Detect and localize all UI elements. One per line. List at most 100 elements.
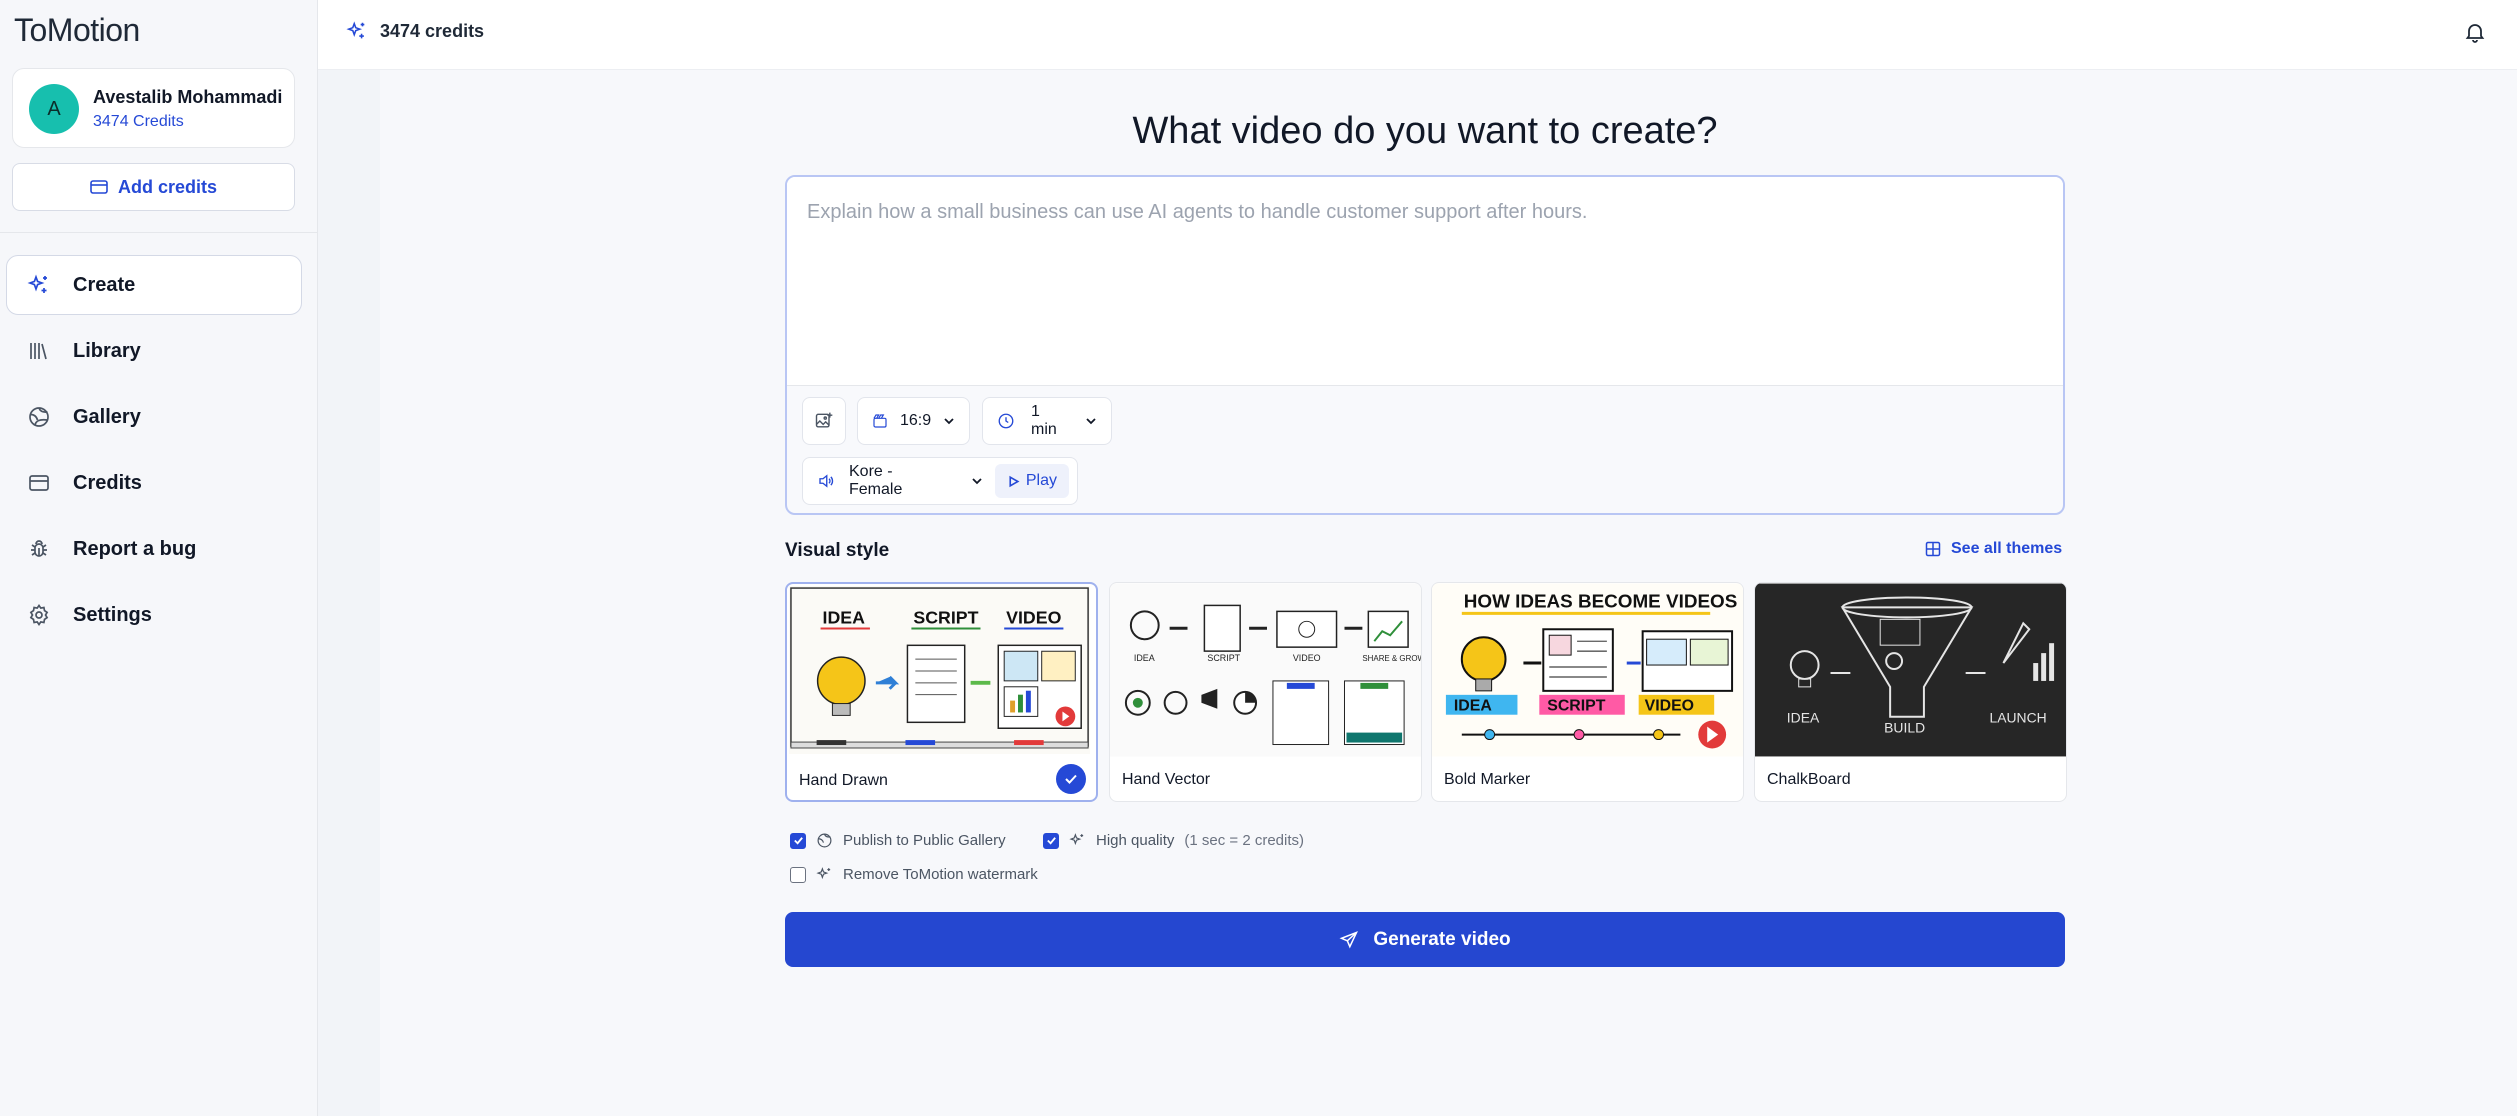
- theme-name: Bold Marker: [1444, 771, 1531, 788]
- grid-icon: [1925, 541, 1941, 557]
- bm-label-script: SCRIPT: [1547, 698, 1606, 715]
- bm-title: HOW IDEAS BECOME VIDEOS: [1464, 590, 1738, 611]
- topbar: 3474 credits: [318, 0, 2517, 70]
- hv-label-share: SHARE & GROW: [1362, 654, 1421, 663]
- play-icon: [1009, 475, 1020, 487]
- clock-icon: [998, 413, 1014, 429]
- sidebar-item-settings[interactable]: Settings: [6, 585, 302, 645]
- play-voice-button[interactable]: Play: [994, 464, 1069, 498]
- high-quality-option[interactable]: High quality (1 sec = 2 credits): [1043, 832, 1304, 849]
- user-credits: 3474 Credits: [93, 113, 184, 130]
- hand-drawn-thumbnail: IDEA SCRIPT VIDEO: [788, 586, 1091, 754]
- credit-card-icon: [29, 475, 49, 491]
- chalkboard-thumbnail: IDEA BUILD LAUNCH: [1755, 583, 2066, 757]
- gear-icon: [29, 604, 49, 626]
- bold-marker-thumbnail: HOW IDEAS BECOME VIDEOS IDEA SCRIPT VIDE…: [1432, 583, 1743, 757]
- sidebar-item-credits[interactable]: Credits: [6, 453, 302, 513]
- generate-video-label: Generate video: [1373, 928, 1511, 950]
- theme-name: Hand Drawn: [799, 772, 888, 789]
- check-icon: [793, 837, 803, 845]
- avatar: A: [29, 84, 79, 134]
- prompt-input[interactable]: [787, 177, 2063, 386]
- publish-gallery-checkbox[interactable]: [790, 832, 806, 849]
- upload-image-button[interactable]: [802, 397, 846, 445]
- sidebar-item-library[interactable]: Library: [6, 321, 302, 381]
- theme-name: ChalkBoard: [1767, 771, 1851, 788]
- sidebar-item-gallery[interactable]: Gallery: [6, 387, 302, 447]
- sidebar-item-label: Report a bug: [73, 537, 197, 560]
- chevron-down-icon: [972, 478, 982, 485]
- visual-style-label: Visual style: [785, 540, 890, 561]
- sidebar-item-label: Credits: [73, 471, 142, 494]
- selected-check-badge: [1056, 764, 1086, 794]
- sidebar-item-label: Settings: [73, 603, 152, 626]
- theme-card-chalkboard[interactable]: IDEA BUILD LAUNCH ChalkBoard: [1754, 582, 2067, 802]
- sidebar-item-label: Gallery: [73, 405, 141, 428]
- sidebar-divider: [0, 232, 318, 233]
- sidebar: ToMotion A Avestalib Mohammadi 3474 Cred…: [0, 0, 318, 1116]
- see-all-themes-link[interactable]: See all themes: [1925, 540, 2062, 558]
- add-credits-button[interactable]: Add credits: [12, 163, 295, 211]
- theme-card-hand-vector[interactable]: IDEA SCRIPT VIDEO SHARE & GROW Hand Vect…: [1109, 582, 1422, 802]
- theme-card-bold-marker[interactable]: HOW IDEAS BECOME VIDEOS IDEA SCRIPT VIDE…: [1431, 582, 1744, 802]
- remove-watermark-checkbox[interactable]: [790, 866, 806, 883]
- hd-label-idea: IDEA: [823, 608, 866, 628]
- high-quality-label: High quality: [1096, 832, 1175, 849]
- publish-gallery-option[interactable]: Publish to Public Gallery: [790, 832, 1006, 849]
- speaker-icon: [819, 474, 834, 488]
- sparkle-icon: [346, 21, 365, 39]
- library-icon: [30, 343, 47, 360]
- see-all-themes-label: See all themes: [1951, 540, 2063, 557]
- user-card[interactable]: A Avestalib Mohammadi 3474 Credits: [12, 68, 295, 148]
- hv-label-idea: IDEA: [1134, 653, 1155, 663]
- check-icon: [1065, 774, 1077, 784]
- clapperboard-icon: [873, 414, 887, 428]
- aspect-ratio-value: 16:9: [900, 412, 932, 429]
- publish-gallery-label: Publish to Public Gallery: [843, 832, 1006, 849]
- check-icon: [1046, 837, 1056, 845]
- bell-icon[interactable]: [2463, 20, 2487, 44]
- voice-select[interactable]: Kore - Female Play: [802, 457, 1078, 505]
- sidebar-item-label: Library: [73, 339, 141, 362]
- page-title: What video do you want to create?: [1132, 110, 1718, 152]
- cb-label-build: BUILD: [1884, 720, 1925, 736]
- remove-watermark-option[interactable]: Remove ToMotion watermark: [790, 866, 1038, 883]
- add-credits-label: Add credits: [117, 176, 218, 197]
- globe-icon: [817, 833, 832, 848]
- credit-card-icon: [90, 180, 108, 194]
- duration-value: 1 min: [1031, 403, 1057, 438]
- sparkle-icon: [816, 867, 831, 880]
- sidebar-nav: Create Library Gallery Credits Report a …: [6, 255, 302, 651]
- app-logo[interactable]: ToMotion: [14, 12, 140, 49]
- sidebar-item-report-bug[interactable]: Report a bug: [6, 519, 302, 579]
- prompt-box: 16:9 1 min Kore - Female Play: [785, 175, 2065, 515]
- content-gutter: [318, 70, 380, 1116]
- generate-video-button[interactable]: Generate video: [785, 912, 2065, 967]
- top-credits: 3474 credits: [346, 20, 484, 42]
- top-credits-label: 3474 credits: [380, 20, 485, 41]
- bug-icon: [31, 540, 47, 557]
- hv-label-video: VIDEO: [1293, 653, 1321, 663]
- hd-label-video: VIDEO: [1006, 608, 1061, 628]
- sidebar-item-label: Create: [73, 273, 136, 296]
- hd-label-script: SCRIPT: [913, 608, 978, 628]
- voice-value: Kore - Female: [849, 463, 903, 498]
- sidebar-item-create[interactable]: Create: [6, 255, 302, 315]
- high-quality-checkbox[interactable]: [1043, 832, 1059, 849]
- send-icon: [1339, 930, 1359, 948]
- high-quality-note: (1 sec = 2 credits): [1184, 832, 1305, 849]
- gallery-icon: [29, 407, 49, 427]
- cb-label-idea: IDEA: [1787, 710, 1820, 726]
- chevron-down-icon: [944, 418, 954, 425]
- chevron-down-icon: [1086, 418, 1096, 425]
- sparkle-icon: [27, 274, 47, 293]
- play-label: Play: [1025, 472, 1057, 489]
- duration-select[interactable]: 1 min: [982, 397, 1112, 445]
- bm-label-video: VIDEO: [1645, 698, 1694, 715]
- image-upload-icon: [815, 412, 833, 428]
- aspect-ratio-select[interactable]: 16:9: [857, 397, 970, 445]
- sparkle-icon: [1069, 833, 1084, 846]
- theme-card-hand-drawn[interactable]: IDEA SCRIPT VIDEO Hand Drawn: [785, 582, 1098, 802]
- hv-label-script: SCRIPT: [1207, 653, 1240, 663]
- user-name: Avestalib Mohammadi: [93, 87, 283, 107]
